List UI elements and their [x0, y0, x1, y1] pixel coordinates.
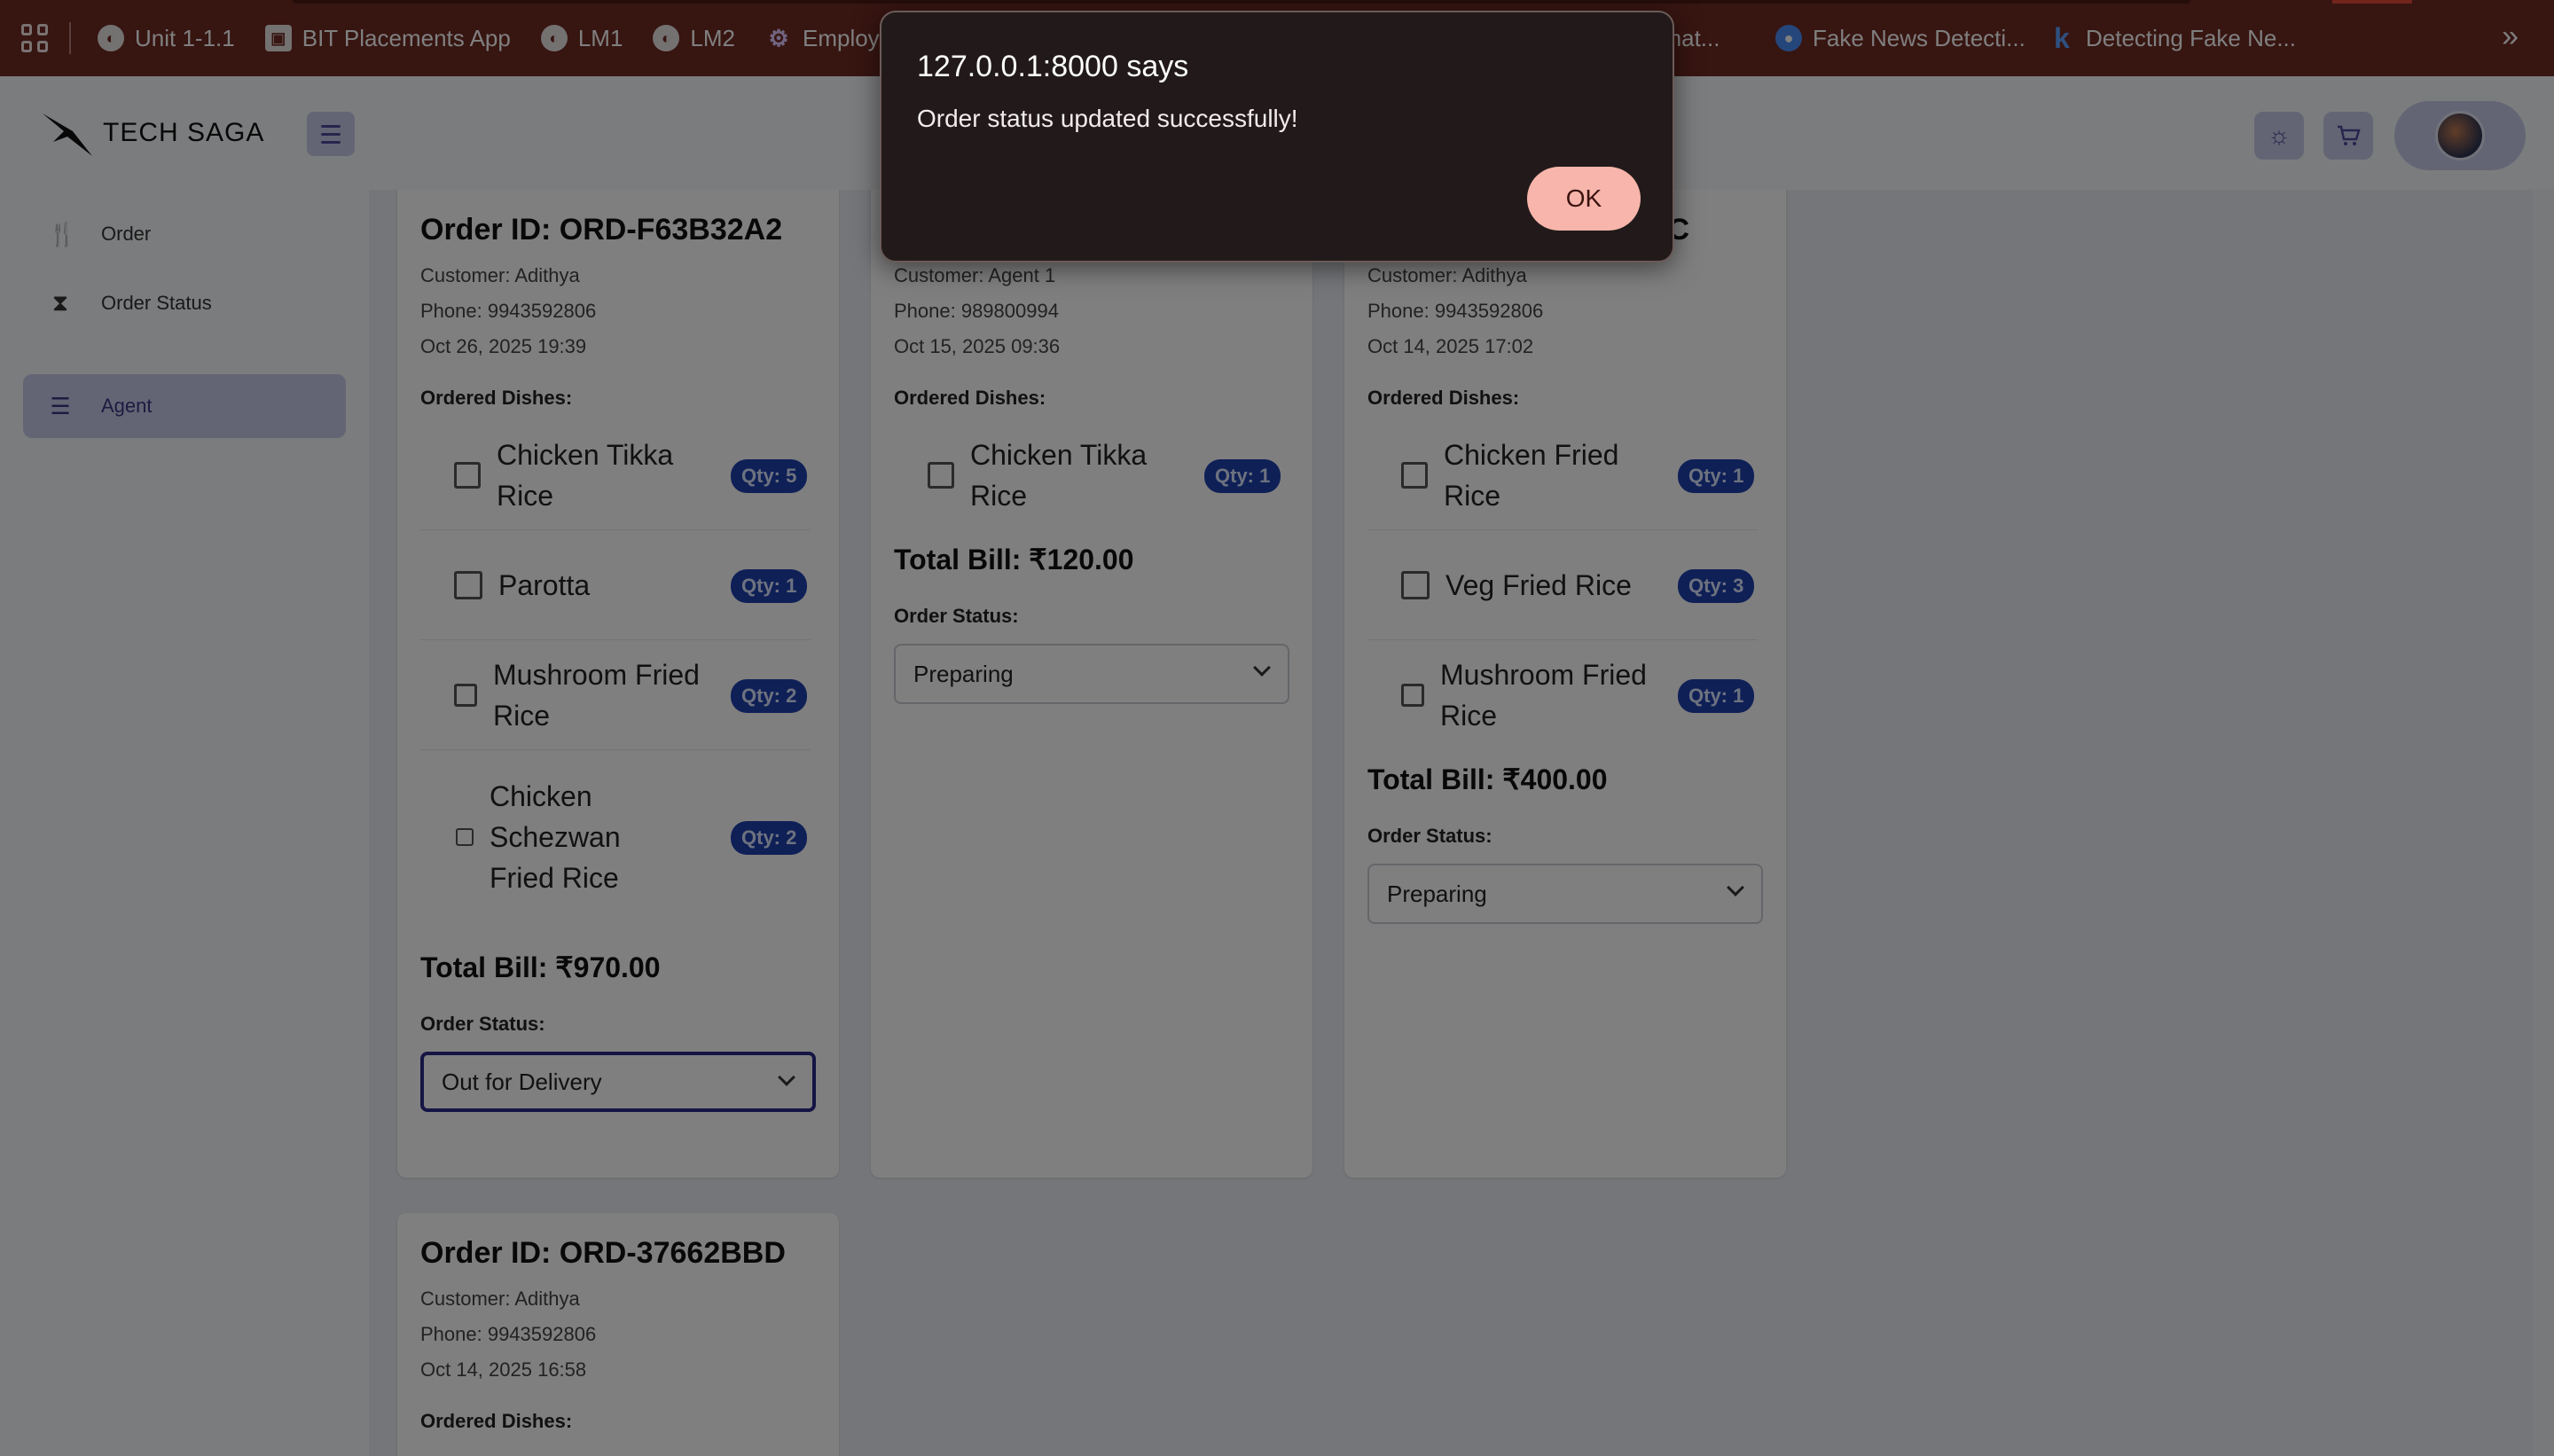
ok-button[interactable]: OK: [1527, 167, 1641, 231]
alert-dialog: 127.0.0.1:8000 says Order status updated…: [880, 11, 1674, 262]
dialog-title: 127.0.0.1:8000 says: [917, 50, 1189, 83]
dialog-message: Order status updated successfully!: [917, 105, 1298, 132]
